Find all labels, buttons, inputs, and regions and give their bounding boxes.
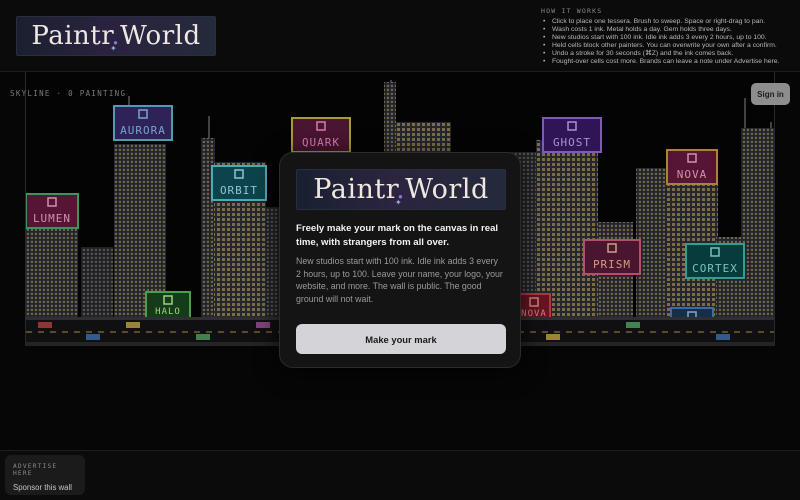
svg-text:LUMEN: LUMEN	[33, 212, 71, 225]
how-it-works-title: HOW IT WORKS	[541, 7, 603, 15]
car	[716, 334, 730, 340]
billboard-prism: PRISM	[583, 239, 641, 275]
how-it-works-panel: HOW IT WORKS Click to place one tessera.…	[541, 7, 796, 66]
car	[626, 322, 640, 328]
svg-text:ORBIT: ORBIT	[220, 184, 258, 197]
car	[38, 322, 52, 328]
billboard-halo: HALO	[145, 291, 191, 321]
top-header: Paintr.World ✦ HOW IT WORKS Click to pla…	[0, 0, 800, 72]
sparkle-icon: ✦	[395, 198, 402, 207]
paintr-world-logo[interactable]: Paintr.World ✦	[16, 16, 216, 56]
billboard-lumen: LUMEN	[26, 193, 79, 229]
svg-text:AURORA: AURORA	[120, 124, 166, 137]
welcome-dialog: Paintr.World ✦ Freely make your mark on …	[279, 152, 521, 368]
footer-bar	[0, 450, 800, 500]
car	[546, 334, 560, 340]
sign-in-button[interactable]: Sign in	[751, 83, 790, 105]
make-your-mark-button[interactable]: Make your mark	[296, 324, 506, 354]
svg-text:GHOST: GHOST	[553, 136, 591, 149]
sparkle-icon: ✦	[110, 44, 117, 53]
car	[196, 334, 210, 340]
car	[126, 322, 140, 328]
svg-text:PRISM: PRISM	[593, 258, 631, 271]
billboard-quark: QUARK	[291, 117, 351, 153]
billboard-ghost: GHOST	[542, 117, 602, 153]
billboard-cortex: CORTEX	[685, 243, 745, 279]
advertise-label: ADVERTISE HERE	[13, 463, 58, 477]
sponsor-link[interactable]: Sponsor this wall	[13, 483, 77, 492]
car	[86, 334, 100, 340]
billboard-aurora: AURORA	[113, 105, 173, 141]
how-item-held-cells: Held cells block other painters. You can…	[541, 42, 796, 50]
billboard-nova: NOVA	[666, 149, 718, 185]
how-item-undo: Undo a stroke for 30 seconds (⌘Z) and th…	[541, 50, 796, 58]
how-it-works-list: Click to place one tessera. Brush to swe…	[541, 18, 796, 66]
how-item-ink: New studios start with 100 ink. Idle ink…	[541, 34, 796, 42]
skyline-status: SKYLINE · 0 PAINTING	[10, 89, 127, 98]
car	[256, 322, 270, 328]
billboard-orbit: ORBIT	[211, 165, 267, 201]
svg-text:CORTEX: CORTEX	[692, 262, 738, 275]
svg-text:QUARK: QUARK	[302, 136, 340, 149]
dialog-headline: Freely make your mark on the canvas in r…	[296, 223, 499, 248]
advertise-card[interactable]: ADVERTISE HERE Sponsor this wall	[5, 455, 85, 495]
how-item-controls: Click to place one tessera. Brush to swe…	[541, 18, 796, 26]
svg-text:NOVA: NOVA	[677, 168, 708, 181]
dialog-logo: Paintr.World ✦	[296, 169, 506, 210]
how-item-fought-over: Fought-over cells cost more. Brands can …	[541, 58, 796, 66]
dialog-body: New studios start with 100 ink. Idle ink…	[296, 256, 503, 304]
svg-text:HALO: HALO	[155, 307, 181, 317]
how-item-costs: Wash costs 1 ink. Metal holds a day. Gem…	[541, 26, 796, 34]
